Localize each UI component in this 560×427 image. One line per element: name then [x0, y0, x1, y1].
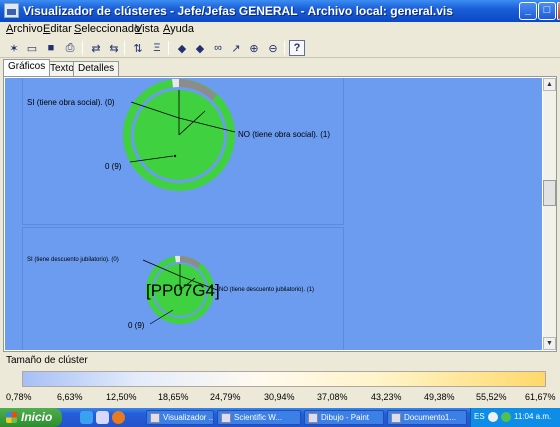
- graphics-panel: SI (tiene obra social). (0) NO (tiene ob…: [3, 76, 557, 352]
- minimize-button[interactable]: _: [519, 2, 537, 20]
- zoom-out-icon[interactable]: ⊖: [265, 40, 281, 56]
- language-indicator[interactable]: ES: [474, 412, 485, 421]
- sort-icon[interactable]: ⇅: [130, 40, 146, 56]
- system-tray: ES 11:04 a.m.: [470, 408, 560, 427]
- swap-icon[interactable]: ⇄: [88, 40, 104, 56]
- task-label: Scientific W...: [234, 413, 283, 422]
- task-icon: [308, 413, 318, 423]
- legend-title: Tamaño de clúster: [6, 355, 88, 366]
- label-zero-jubilatorio: 0 (9): [128, 321, 145, 330]
- task-label: Dibujo - Paint: [321, 413, 370, 422]
- scroll-up-button[interactable]: ▲: [543, 78, 556, 91]
- select-icon[interactable]: ↗: [228, 40, 244, 56]
- taskbar: Inicio Visualizador ... Scientific W... …: [0, 408, 560, 427]
- security-icon[interactable]: [501, 412, 511, 422]
- ie-icon[interactable]: [80, 411, 93, 424]
- label-zero-obra-social: 0 (9): [105, 162, 122, 171]
- clock: 11:04 a.m.: [514, 412, 552, 421]
- tab-graficos[interactable]: Gráficos: [3, 59, 51, 76]
- legend-tick: 49,38%: [424, 392, 455, 402]
- app-icon[interactable]: [4, 3, 19, 18]
- task-scientific[interactable]: Scientific W...: [217, 410, 301, 425]
- legend-tick: 0,78%: [6, 392, 32, 402]
- title-bar[interactable]: Visualizador de clústeres - Jefe/Jefas G…: [0, 0, 560, 22]
- legend-tick: 43,23%: [371, 392, 402, 402]
- arrow-left-icon[interactable]: ◆: [174, 40, 190, 56]
- new-icon[interactable]: ✶: [6, 40, 22, 56]
- menu-vista[interactable]: Vista: [135, 23, 159, 35]
- task-icon: [150, 413, 160, 423]
- task-icon: [221, 413, 231, 423]
- print-icon[interactable]: ⎙: [62, 40, 78, 56]
- legend-tick: 6,63%: [57, 392, 83, 402]
- task-icon: [391, 413, 401, 423]
- label-no-jubilatorio: NO (tiene descuento jubilatorio). (1): [219, 287, 315, 293]
- binoculars-icon[interactable]: ∞: [210, 40, 226, 56]
- label-si-jubilatorio: SI (tiene descuento jubilatorio). (0): [27, 257, 119, 263]
- task-paint[interactable]: Dibujo - Paint: [304, 410, 384, 425]
- legend-tick: 12,50%: [106, 392, 137, 402]
- save-icon[interactable]: ■: [43, 40, 59, 56]
- menu-bar: Archivo Editar Seleccionado Vista Ayuda: [0, 22, 560, 38]
- firefox-icon[interactable]: [112, 411, 125, 424]
- start-button[interactable]: Inicio: [0, 408, 62, 427]
- cluster-1-pie[interactable]: [123, 78, 236, 191]
- menu-ayuda[interactable]: Ayuda: [163, 23, 194, 35]
- scroll-thumb[interactable]: [543, 180, 556, 206]
- legend-tick: 37,08%: [317, 392, 348, 402]
- window-title: Visualizador de clústeres - Jefe/Jefas G…: [23, 4, 453, 18]
- legend-gradient-bar: [22, 371, 546, 387]
- menu-editar[interactable]: Editar: [43, 23, 72, 35]
- help-icon[interactable]: ?: [289, 40, 305, 56]
- task-documento[interactable]: Documento1...: [387, 410, 467, 425]
- windows-logo-icon: [6, 412, 17, 423]
- app-window: Visualizador de clústeres - Jefe/Jefas G…: [0, 0, 560, 408]
- arrow-right-icon[interactable]: ◆: [192, 40, 208, 56]
- open-icon[interactable]: ▭: [24, 40, 40, 56]
- maximize-button[interactable]: □: [538, 2, 556, 20]
- start-label: Inicio: [21, 410, 53, 424]
- pie-charts: [123, 78, 236, 325]
- cluster-size-legend: Tamaño de clúster 0,78% 6,63% 12,50% 18,…: [0, 352, 560, 408]
- network-icon[interactable]: [488, 412, 498, 422]
- label-si-obra-social: SI (tiene obra social). (0): [27, 98, 115, 107]
- task-label: Visualizador ...: [163, 413, 214, 422]
- menu-archivo[interactable]: Archivo: [6, 23, 43, 35]
- task-label: Documento1...: [404, 413, 457, 422]
- filter-icon[interactable]: Ξ: [149, 40, 165, 56]
- vertical-scrollbar[interactable]: ▲ ▼: [543, 78, 556, 350]
- media-icon[interactable]: [96, 411, 109, 424]
- menu-seleccionado[interactable]: Seleccionado: [74, 23, 140, 35]
- legend-tick: 18,65%: [158, 392, 189, 402]
- legend-tick: 30,94%: [264, 392, 295, 402]
- cluster-canvas[interactable]: SI (tiene obra social). (0) NO (tiene ob…: [5, 78, 542, 350]
- zoom-in-icon[interactable]: ⊕: [246, 40, 262, 56]
- scroll-down-button[interactable]: ▼: [543, 337, 556, 350]
- cluster-title: [PP07G4]: [146, 281, 220, 300]
- legend-tick: 61,67%: [525, 392, 556, 402]
- label-no-obra-social: NO (tiene obra social). (1): [238, 130, 331, 139]
- tab-detalles[interactable]: Detalles: [73, 61, 120, 76]
- view-tabs: Gráficos Texto Detalles: [0, 59, 560, 76]
- swap-back-icon[interactable]: ⇆: [106, 40, 122, 56]
- toolbar: ✶ ▭ ■ ⎙ ⇄ ⇆ ⇅ Ξ ◆ ◆ ∞ ↗ ⊕ ⊖ ?: [0, 38, 560, 58]
- task-visualizador[interactable]: Visualizador ...: [146, 410, 214, 425]
- legend-tick: 24,79%: [210, 392, 241, 402]
- legend-tick: 55,52%: [476, 392, 507, 402]
